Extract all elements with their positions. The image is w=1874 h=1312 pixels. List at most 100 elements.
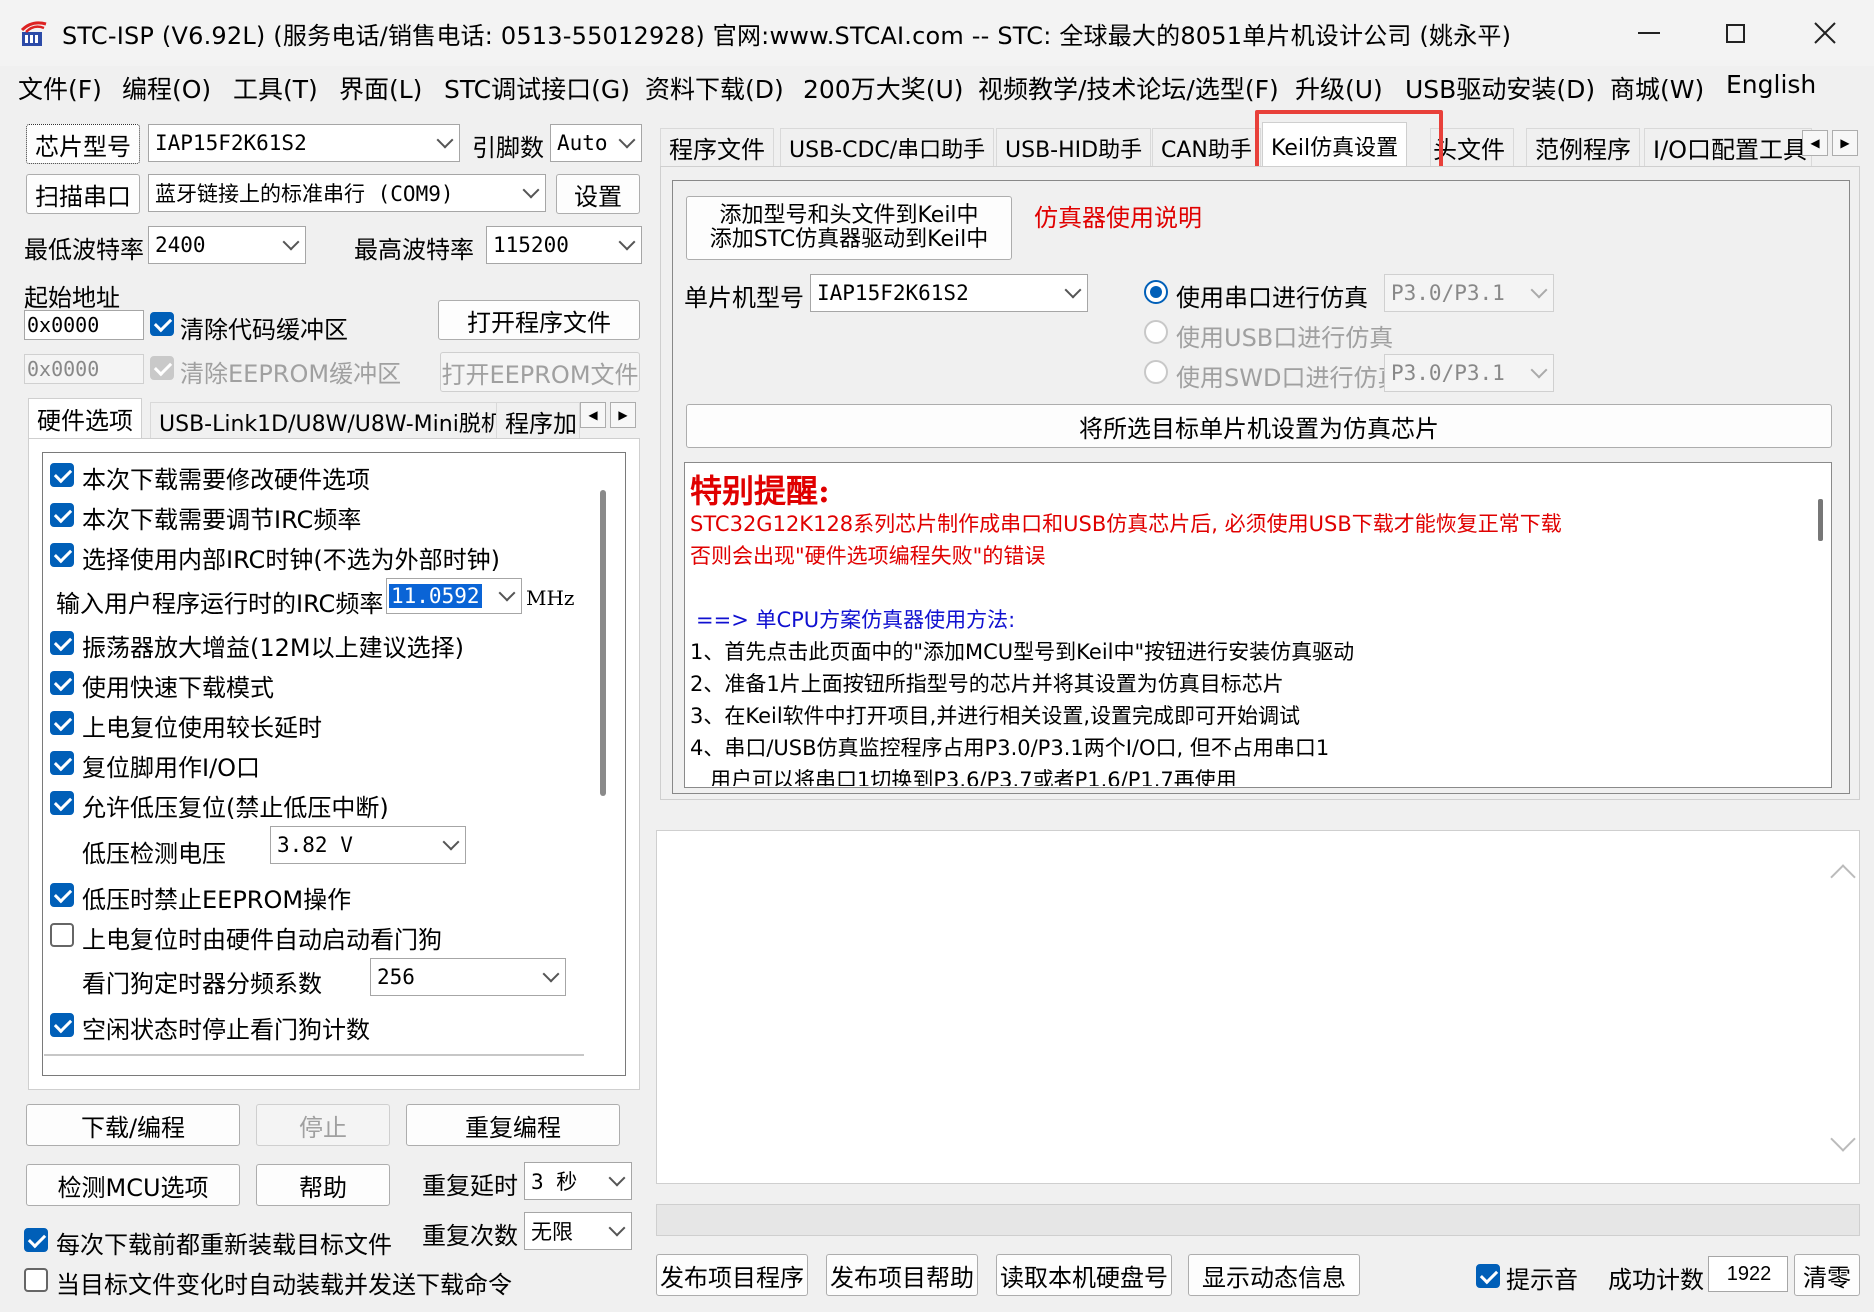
- code-start-address-input[interactable]: 0x0000: [24, 310, 144, 340]
- option-internal-irc-checkbox[interactable]: [50, 543, 74, 567]
- menu-debug-interface[interactable]: STC调试接口(G): [444, 70, 630, 106]
- output-log[interactable]: [656, 830, 1860, 1184]
- low-voltage-threshold-select[interactable]: 3.82 V: [270, 826, 466, 864]
- menu-file[interactable]: 文件(F): [18, 70, 102, 106]
- chip-model-button[interactable]: 芯片型号: [26, 124, 140, 164]
- option-low-voltage-reset-checkbox[interactable]: [50, 791, 74, 815]
- option-idle-stop-watchdog-checkbox[interactable]: [50, 1013, 74, 1037]
- show-dynamic-info-button[interactable]: 显示动态信息: [1188, 1254, 1360, 1296]
- option-adjust-irc-checkbox[interactable]: [50, 503, 74, 527]
- option-osc-gain-label: 振荡器放大增益(12M以上建议选择): [82, 634, 464, 662]
- reload-before-download-checkbox[interactable]: [24, 1228, 48, 1252]
- triangle-right-icon: ▶: [618, 408, 628, 422]
- close-button[interactable]: [1780, 0, 1870, 66]
- serial-debug-port-select[interactable]: P3.0/P3.1: [1384, 274, 1554, 312]
- swd-port-select[interactable]: P3.0/P3.1: [1384, 354, 1554, 392]
- menu-program[interactable]: 编程(O): [122, 70, 211, 106]
- option-fast-download-checkbox[interactable]: [50, 671, 74, 695]
- radio-usb-debug[interactable]: [1144, 320, 1168, 344]
- tab-can-assistant[interactable]: CAN助手: [1152, 128, 1261, 166]
- menu-usb-driver[interactable]: USB驱动安装(D): [1405, 70, 1595, 106]
- menu-english[interactable]: English: [1726, 70, 1816, 99]
- serial-port-select[interactable]: 蓝牙链接上的标准串行 (COM9): [148, 174, 546, 212]
- beep-checkbox[interactable]: [1476, 1264, 1500, 1288]
- minimize-button[interactable]: [1604, 0, 1694, 66]
- chevron-down-icon: [542, 965, 560, 983]
- option-modify-hw-checkbox[interactable]: [50, 463, 74, 487]
- menu-downloads[interactable]: 资料下载(D): [645, 70, 784, 106]
- pin-count-select[interactable]: Auto: [550, 124, 642, 162]
- repeat-count-select[interactable]: 无限: [524, 1212, 632, 1250]
- menu-prize[interactable]: 200万大奖(U): [803, 70, 964, 106]
- chevron-down-icon: [618, 131, 636, 149]
- max-baud-select[interactable]: 115200: [486, 226, 642, 264]
- publish-project-program-button[interactable]: 发布项目程序: [656, 1254, 808, 1296]
- chevron-down-icon: [282, 233, 300, 251]
- auto-load-on-change-label: 当目标文件变化时自动装载并发送下载命令: [56, 1271, 512, 1299]
- clear-eeprom-buffer-checkbox[interactable]: [150, 356, 174, 380]
- repeat-delay-label: 重复延时: [422, 1172, 518, 1200]
- right-tab-scroll-left-button[interactable]: ◀: [1802, 130, 1828, 156]
- menu-upgrade[interactable]: 升级(U): [1295, 70, 1383, 106]
- reload-before-download-label: 每次下载前都重新装载目标文件: [56, 1231, 392, 1259]
- watchdog-divider-select[interactable]: 256: [370, 958, 566, 996]
- option-auto-watchdog-checkbox[interactable]: [50, 923, 74, 947]
- settings-button[interactable]: 设置: [556, 174, 640, 214]
- download-program-button[interactable]: 下载/编程: [26, 1104, 240, 1146]
- eeprom-start-address-input[interactable]: 0x0000: [24, 354, 144, 384]
- add-to-keil-button[interactable]: 添加型号和头文件到Keil中 添加STC仿真器驱动到Keil中: [686, 196, 1012, 260]
- option-lv-eeprom-checkbox[interactable]: [50, 883, 74, 907]
- tab-example-programs[interactable]: 范例程序: [1526, 128, 1640, 166]
- option-long-reset-delay-checkbox[interactable]: [50, 711, 74, 735]
- tab-usb-hid-assistant[interactable]: USB-HID助手: [996, 128, 1152, 166]
- set-target-debug-chip-button[interactable]: 将所选目标单片机设置为仿真芯片: [686, 404, 1832, 448]
- memo-scrollbar-thumb[interactable]: [1818, 499, 1823, 541]
- chevron-down-icon: [1530, 281, 1548, 299]
- options-scrollbar-thumb[interactable]: [600, 490, 606, 796]
- radio-swd-debug[interactable]: [1144, 360, 1168, 384]
- maximize-button[interactable]: [1690, 0, 1780, 66]
- irc-unit-label: MHz: [526, 586, 575, 610]
- open-program-file-button[interactable]: 打开程序文件: [438, 300, 640, 340]
- clear-count-button[interactable]: 清零: [1794, 1254, 1860, 1296]
- help-button[interactable]: 帮助: [256, 1164, 390, 1206]
- menu-video-forum[interactable]: 视频教学/技术论坛/选型(F): [978, 70, 1279, 106]
- detect-mcu-options-button[interactable]: 检测MCU选项: [26, 1164, 240, 1206]
- repeat-delay-select[interactable]: 3 秒: [524, 1162, 632, 1200]
- min-baud-select[interactable]: 2400: [148, 226, 306, 264]
- tab-usb-link-offline[interactable]: USB-Link1D/U8W/U8W-Mini脱机: [150, 402, 512, 440]
- mcu-model-select[interactable]: IAP15F2K61S2: [810, 274, 1088, 312]
- right-tab-scroll-right-button[interactable]: ▶: [1832, 130, 1858, 156]
- options-h-scrollbar[interactable]: [44, 1054, 584, 1056]
- option-auto-watchdog-label: 上电复位时由硬件自动启动看门狗: [82, 926, 442, 954]
- low-voltage-threshold-label: 低压检测电压: [82, 840, 226, 868]
- chevron-down-icon: [608, 1169, 626, 1187]
- scan-port-button[interactable]: 扫描串口: [26, 174, 140, 214]
- clear-code-buffer-checkbox[interactable]: [150, 312, 174, 336]
- open-eeprom-file-button[interactable]: 打开EEPROM文件: [440, 352, 640, 392]
- app-icon: [20, 20, 50, 48]
- emulator-usage-link[interactable]: 仿真器使用说明: [1034, 198, 1202, 233]
- repeat-program-button[interactable]: 重复编程: [406, 1104, 620, 1146]
- menu-interface[interactable]: 界面(L): [339, 70, 422, 106]
- chip-model-select[interactable]: IAP15F2K61S2: [148, 124, 460, 162]
- stop-button[interactable]: 停止: [256, 1104, 390, 1146]
- tab-scroll-right-button[interactable]: ▶: [610, 402, 636, 428]
- tab-io-config-tool[interactable]: I/O口配置工具: [1644, 128, 1812, 166]
- tab-hardware-options[interactable]: 硬件选项: [28, 398, 142, 438]
- tab-scroll-left-button[interactable]: ◀: [580, 402, 606, 428]
- irc-frequency-select[interactable]: 11.0592: [386, 578, 522, 614]
- option-reset-pin-io-checkbox[interactable]: [50, 751, 74, 775]
- clear-eeprom-buffer-label: 清除EEPROM缓冲区: [180, 360, 402, 388]
- memo-step-1: 1、首先点击此页面中的"添加MCU型号到Keil中"按钮进行安装仿真驱动: [690, 640, 1355, 664]
- auto-load-on-change-checkbox[interactable]: [24, 1268, 48, 1292]
- radio-serial-debug[interactable]: [1144, 280, 1168, 304]
- tab-program-file[interactable]: 程序文件: [660, 128, 774, 166]
- tab-usb-cdc-assistant[interactable]: USB-CDC/串口助手: [780, 128, 995, 166]
- publish-project-help-button[interactable]: 发布项目帮助: [826, 1254, 978, 1296]
- menu-store[interactable]: 商城(W): [1610, 70, 1704, 106]
- tab-program-encrypt[interactable]: 程序加: [496, 402, 580, 440]
- read-disk-id-button[interactable]: 读取本机硬盘号: [996, 1254, 1172, 1296]
- menu-tools[interactable]: 工具(T): [233, 70, 318, 106]
- option-osc-gain-checkbox[interactable]: [50, 631, 74, 655]
